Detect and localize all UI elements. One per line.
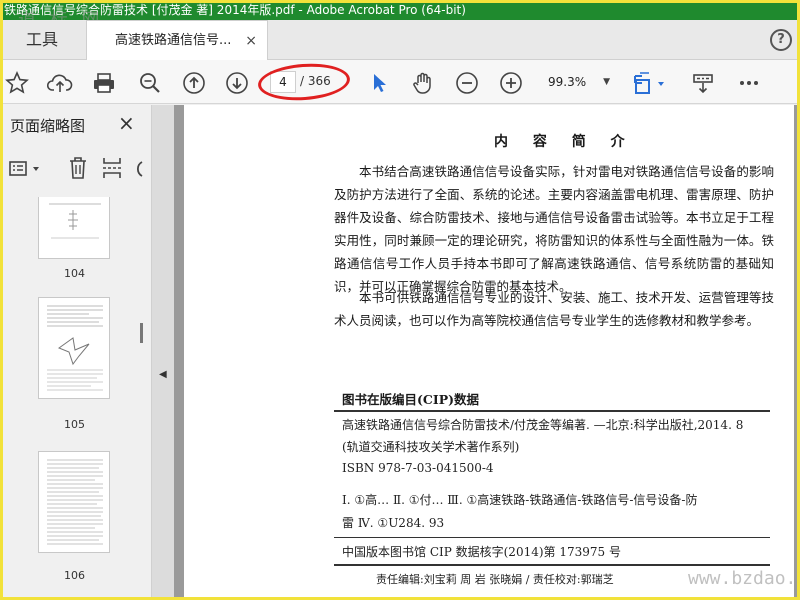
extract-pages-icon[interactable]: [100, 155, 124, 185]
cip-number: 中国版本图书馆 CIP 数据核字(2014)第 173975 号: [342, 545, 621, 559]
zoom-out-icon[interactable]: [454, 70, 480, 96]
panel-toolbar: [0, 153, 152, 185]
print-icon[interactable]: [91, 70, 117, 96]
cip-line-1: 高速铁路通信信号综合防雷技术/付茂金等编著. —北京:科学出版社,2014. 8: [342, 418, 744, 432]
scroll-mode-icon[interactable]: [690, 70, 716, 96]
thumbnail-scrollbar[interactable]: [138, 197, 150, 600]
previous-page-icon[interactable]: [181, 70, 207, 96]
select-cursor-icon[interactable]: [366, 70, 392, 96]
thumbnail-page-105[interactable]: [38, 297, 110, 399]
scrollbar-grip[interactable]: [140, 323, 143, 343]
cip-isbn: ISBN 978-7-03-041500-4: [342, 461, 494, 475]
thumbnail-options-icon[interactable]: [8, 157, 44, 185]
help-icon[interactable]: ?: [770, 29, 792, 51]
tab-document[interactable]: 高速铁路通信信号... ×: [86, 20, 268, 60]
cip-rule-middle: [334, 537, 770, 538]
cip-heading: 图书在版编目(CIP)数据: [342, 392, 480, 407]
thumbnail-label-106: 106: [64, 569, 85, 582]
panel-title: 页面缩略图: [10, 117, 86, 135]
thumbnail-label-105: 105: [64, 418, 85, 431]
collapse-arrow-icon[interactable]: ◀: [159, 369, 167, 380]
thumbnail-page-106[interactable]: [38, 451, 110, 553]
intro-paragraph-1: 本书结合高速铁路通信信号设备实际，针对雷电对铁路通信信号设备的影响及防护方法进行…: [334, 164, 774, 294]
delete-trash-icon[interactable]: [66, 155, 90, 185]
thumbnails-panel: 页面缩略图 × 104 105 106: [0, 105, 152, 600]
tab-bar: 工具 高速铁路通信信号... × ?: [0, 20, 800, 60]
cip-class-1: Ⅰ. ①高… Ⅱ. ①付… Ⅲ. ①高速铁路-铁路通信-铁路信号-信号设备-防: [342, 493, 698, 507]
tab-tools[interactable]: 工具: [0, 20, 84, 60]
zoom-out-search-icon[interactable]: [137, 70, 163, 96]
document-view[interactable]: 内 容 简 介 本书结合高速铁路通信信号设备实际，针对雷电对铁路通信信号设备的影…: [174, 105, 800, 600]
panel-close-icon[interactable]: ×: [118, 111, 135, 135]
fit-page-icon[interactable]: [632, 70, 668, 96]
tab-document-label: 高速铁路通信信号...: [115, 33, 232, 48]
zoom-select[interactable]: 99.3% ▼: [540, 71, 616, 93]
zoom-in-icon[interactable]: [498, 70, 524, 96]
more-options-icon[interactable]: [736, 70, 762, 96]
panel-collapse-strip[interactable]: ◀: [152, 105, 174, 600]
cip-class-2: 雷 Ⅳ. ①U284. 93: [342, 516, 445, 530]
toolbar: 4 / 366 99.3% ▼: [0, 60, 800, 104]
intro-paragraph-2: 本书可供铁路通信信号专业的设计、安装、施工、技术开发、运营管理等技术人员阅读，也…: [334, 290, 774, 328]
thumbnail-list: 104 105 106: [0, 197, 138, 600]
chevron-down-icon: ▼: [603, 77, 610, 87]
next-page-icon[interactable]: [224, 70, 250, 96]
rotate-page-icon[interactable]: [132, 159, 146, 183]
site-watermark-url: www.bzdao.com: [688, 568, 800, 589]
thumbnail-label-104: 104: [64, 267, 85, 280]
hand-tool-icon[interactable]: [410, 70, 436, 96]
pdf-page: 内 容 简 介 本书结合高速铁路通信信号设备实际，针对雷电对铁路通信信号设备的影…: [184, 105, 794, 600]
editors-line: 责任编辑:刘宝莉 周 岩 张晓娟 / 责任校对:郭瑞芝: [376, 573, 614, 586]
zoom-value: 99.3%: [548, 75, 587, 89]
page-highlight-circle: [256, 60, 352, 104]
thumbnail-page-104[interactable]: [38, 197, 110, 259]
intro-title: 内 容 简 介: [494, 134, 635, 150]
bookmark-star-icon[interactable]: [4, 70, 30, 96]
cip-line-2: (轨道交通科技攻关学术著作系列): [342, 440, 520, 454]
window-title: 铁路通信信号综合防雷技术 [付茂金 著] 2014年版.pdf - Adobe …: [0, 0, 800, 20]
cip-rule-bottom: [334, 564, 770, 566]
cip-rule-top: [334, 410, 770, 412]
tab-close-icon[interactable]: ×: [245, 21, 257, 61]
upload-cloud-icon[interactable]: [47, 70, 73, 96]
